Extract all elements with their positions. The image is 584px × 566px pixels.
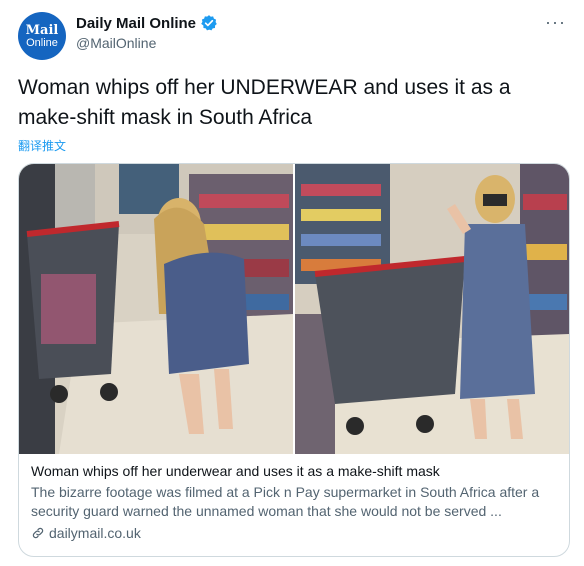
- author-handle[interactable]: @MailOnline: [76, 35, 156, 51]
- card-media[interactable]: [19, 164, 569, 454]
- link-card[interactable]: Woman whips off her underwear and uses i…: [18, 163, 570, 557]
- card-domain[interactable]: dailymail.co.uk: [31, 525, 557, 541]
- card-description: The bizarre footage was filmed at a Pick…: [31, 484, 540, 519]
- more-options-icon[interactable]: ···: [545, 12, 566, 33]
- card-photo-left: [19, 164, 293, 454]
- author-display-name[interactable]: Daily Mail Online: [76, 15, 196, 32]
- verified-badge-icon: [201, 15, 217, 31]
- card-domain-text[interactable]: dailymail.co.uk: [49, 525, 141, 541]
- avatar[interactable]: Mail Online: [18, 12, 66, 60]
- tweet-text: Woman whips off her UNDERWEAR and uses i…: [18, 76, 511, 129]
- card-photo-right: [295, 164, 569, 454]
- link-icon: [32, 527, 44, 539]
- card-title[interactable]: Woman whips off her underwear and uses i…: [31, 462, 557, 481]
- card-body[interactable]: Woman whips off her underwear and uses i…: [31, 462, 557, 541]
- translate-tweet-link[interactable]: 翻译推文: [18, 137, 66, 154]
- author-name-row[interactable]: Daily Mail Online: [76, 14, 218, 32]
- avatar-logo-line2: Online: [26, 36, 58, 49]
- avatar-logo-line1: Mail: [25, 22, 59, 38]
